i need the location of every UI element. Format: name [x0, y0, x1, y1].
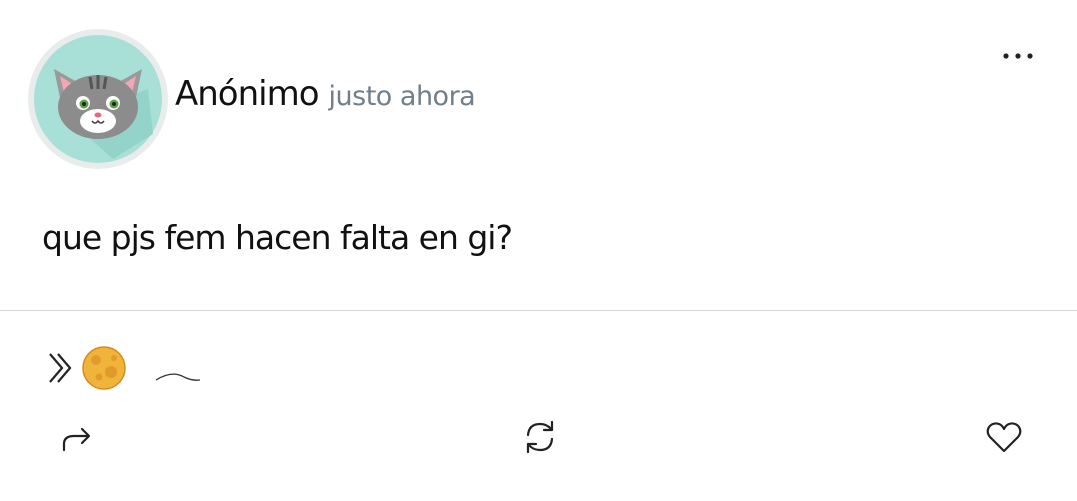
post-body-text: que pjs fem hacen falta en gi? — [42, 218, 513, 257]
reblog-refresh-icon — [526, 420, 554, 454]
full-moon-emoji-icon — [82, 346, 126, 390]
author-line: Anónimo justo ahora — [175, 74, 476, 118]
cat-avatar-icon — [34, 35, 162, 163]
post-header: Anónimo justo ahora — [0, 0, 1077, 180]
like-button[interactable] — [981, 414, 1027, 460]
reactions-row[interactable] — [44, 344, 244, 394]
double-chevron-right-icon[interactable] — [49, 353, 72, 383]
more-options-icon — [1003, 53, 1033, 59]
heart-outline-icon — [986, 422, 1022, 453]
post-action-bar — [0, 414, 1077, 464]
tilde-squiggle-icon — [155, 373, 201, 381]
more-options-button[interactable] — [994, 36, 1042, 72]
divider — [0, 310, 1077, 311]
avatar[interactable] — [28, 29, 168, 169]
share-arrow-icon — [62, 427, 91, 452]
author-name[interactable]: Anónimo — [175, 74, 320, 114]
share-button[interactable] — [54, 414, 100, 460]
reblog-button[interactable] — [517, 414, 563, 460]
post-timestamp: justo ahora — [328, 81, 476, 112]
